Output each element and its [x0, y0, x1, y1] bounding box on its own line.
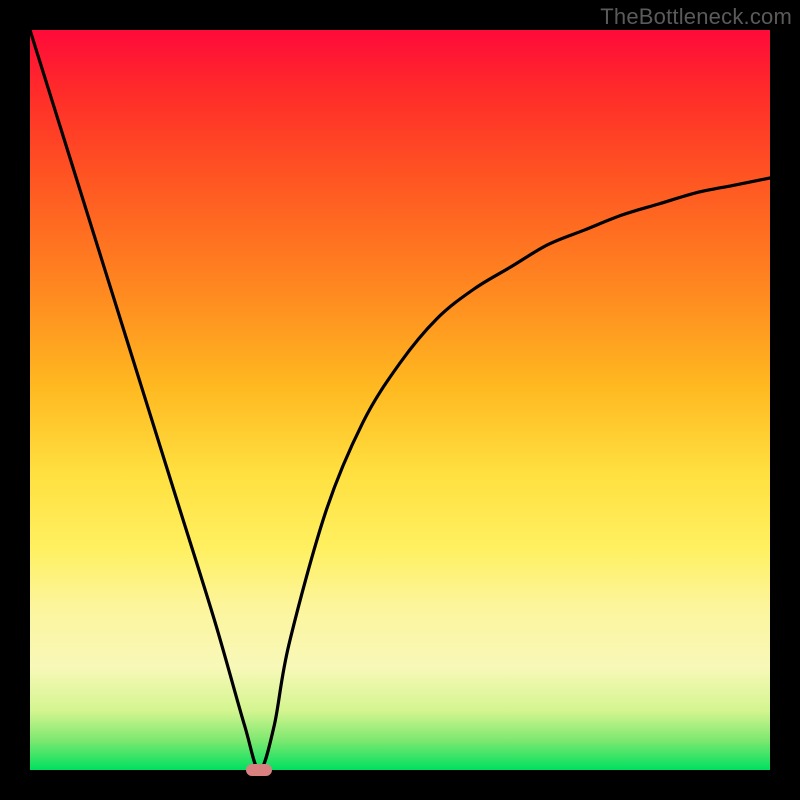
- chart-plot-area: [30, 30, 770, 770]
- minimum-marker: [246, 764, 272, 776]
- watermark-text: TheBottleneck.com: [600, 4, 792, 30]
